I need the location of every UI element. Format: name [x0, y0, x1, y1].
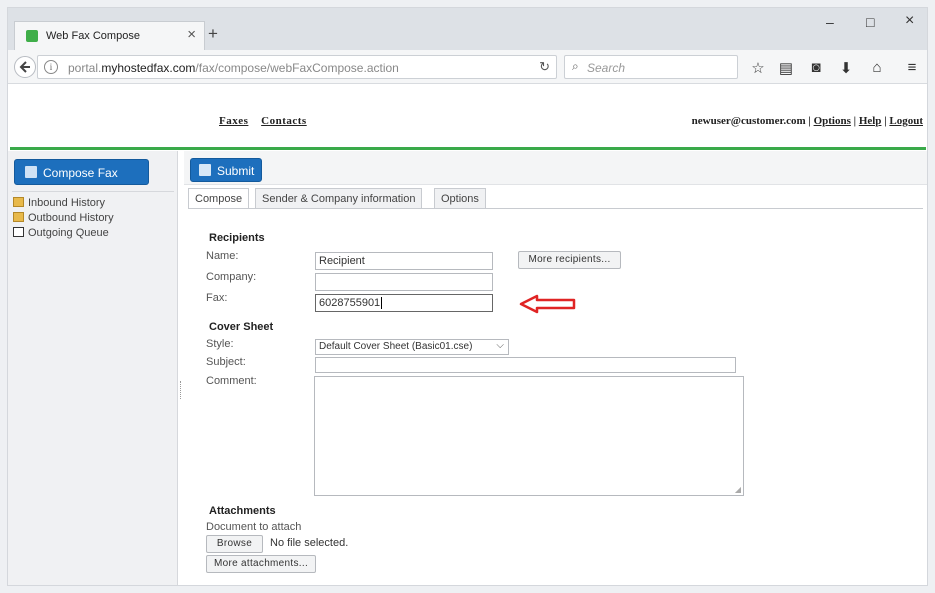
chevron-down-icon: ⌵ [496, 340, 504, 351]
search-icon: ⌕ [572, 59, 579, 73]
toolbar: Submit [184, 151, 927, 185]
tab-divider [188, 208, 923, 209]
menu-icon[interactable]: ≡ [903, 59, 921, 76]
subject-field[interactable] [315, 357, 736, 373]
sidebar-item-label: Inbound History [28, 197, 106, 209]
sidebar: Compose Fax Inbound History Outbound His… [8, 151, 178, 585]
cover-style-select[interactable]: Default Cover Sheet (Basic01.cse) ⌵ [315, 339, 509, 355]
folder-icon [13, 197, 24, 207]
sidebar-item-label: Outgoing Queue [28, 227, 109, 239]
header-divider [10, 147, 926, 150]
cover-style-value: Default Cover Sheet (Basic01.cse) [319, 341, 473, 352]
document-to-attach-label: Document to attach [206, 521, 302, 533]
queue-icon [13, 227, 24, 237]
name-label: Name: [206, 250, 239, 262]
file-status-text: No file selected. [270, 537, 349, 549]
home-icon[interactable]: ⌂ [868, 59, 886, 76]
browse-button[interactable]: Browse [206, 535, 263, 553]
company-label: Company: [206, 271, 257, 283]
top-navigation: Faxes Contacts [219, 115, 317, 127]
new-tab-button[interactable]: + [208, 24, 218, 44]
subject-label: Subject: [206, 356, 246, 368]
info-icon[interactable]: i [44, 60, 58, 74]
recipient-fax-field[interactable]: 6028755901 [315, 294, 493, 312]
reload-icon[interactable]: ↻ [539, 59, 550, 75]
back-arrow-icon [19, 61, 30, 73]
web-page: Faxes Contacts newuser@customer.com | Op… [8, 85, 927, 585]
back-button[interactable] [14, 56, 36, 78]
nav-contacts-link[interactable]: Contacts [261, 115, 307, 127]
title-bar: Web Fax Compose × + – □ × [8, 8, 927, 50]
maximize-button[interactable]: □ [866, 14, 874, 30]
tab-compose[interactable]: Compose [188, 188, 250, 209]
tab-options[interactable]: Options [434, 188, 486, 209]
address-bar[interactable]: i portal.myhostedfax.com/fax/compose/web… [37, 55, 557, 79]
compose-fax-label: Compose Fax [43, 166, 118, 180]
sidebar-splitter[interactable] [180, 381, 182, 399]
separator: | [853, 115, 857, 127]
recipient-name-field[interactable]: Recipient [315, 252, 493, 270]
more-recipients-button[interactable]: More recipients... [518, 251, 621, 269]
user-email: newuser@customer.com [691, 115, 806, 127]
more-attachments-button[interactable]: More attachments... [206, 555, 316, 573]
sidebar-item-inbound-history[interactable]: Inbound History [13, 197, 105, 209]
style-label: Style: [206, 338, 234, 350]
fax-value: 6028755901 [319, 297, 381, 309]
folder-icon [13, 212, 24, 222]
logout-link[interactable]: Logout [889, 115, 923, 127]
close-window-button[interactable]: × [905, 12, 914, 30]
browser-tab[interactable]: Web Fax Compose × [14, 21, 205, 50]
browser-window: Web Fax Compose × + – □ × i portal.myhos… [7, 7, 928, 586]
comment-textarea[interactable]: ◢ [314, 376, 744, 496]
options-link[interactable]: Options [814, 115, 851, 127]
sidebar-item-outgoing-queue[interactable]: Outgoing Queue [13, 227, 109, 239]
reader-view-icon[interactable]: ▤ [777, 59, 795, 77]
bookmark-star-icon[interactable]: ☆ [749, 59, 767, 77]
tab-sender-company-information[interactable]: Sender & Company information [255, 188, 423, 209]
text-cursor [381, 297, 383, 309]
pocket-icon[interactable]: ◙ [807, 59, 825, 76]
recipient-company-field[interactable] [315, 273, 493, 291]
search-bar[interactable]: ⌕ Search [564, 55, 738, 79]
submit-icon [199, 164, 211, 176]
annotation-arrow-icon [519, 294, 576, 314]
sidebar-item-outbound-history[interactable]: Outbound History [13, 212, 114, 224]
user-bar: newuser@customer.com | Options | Help | … [692, 115, 923, 127]
cover-sheet-title: Cover Sheet [209, 321, 274, 333]
navigation-bar: i portal.myhostedfax.com/fax/compose/web… [8, 50, 927, 84]
sidebar-divider [12, 191, 174, 192]
search-placeholder: Search [587, 61, 626, 75]
minimize-button[interactable]: – [826, 14, 834, 30]
nav-faxes-link[interactable]: Faxes [219, 115, 248, 127]
sidebar-item-label: Outbound History [28, 212, 114, 224]
submit-button[interactable]: Submit [190, 158, 262, 182]
recipients-title: Recipients [209, 232, 265, 244]
submit-label: Submit [217, 164, 255, 178]
compose-fax-button[interactable]: Compose Fax [14, 159, 149, 185]
favicon-icon [26, 30, 38, 42]
attachments-title: Attachments [209, 505, 276, 517]
tab-close-icon[interactable]: × [187, 26, 196, 43]
comment-label: Comment: [206, 375, 257, 387]
fax-icon [25, 166, 37, 178]
compose-panel: Submit Compose Sender & Company informat… [184, 151, 927, 585]
separator: | [808, 115, 811, 127]
separator: | [884, 115, 887, 127]
fax-label: Fax: [206, 292, 228, 304]
help-link[interactable]: Help [859, 115, 882, 127]
tab-title: Web Fax Compose [46, 30, 140, 42]
download-icon[interactable]: ⬇ [837, 59, 855, 77]
url-text: portal.myhostedfax.com/fax/compose/webFa… [68, 61, 399, 75]
resize-grip-icon[interactable]: ◢ [735, 485, 741, 494]
